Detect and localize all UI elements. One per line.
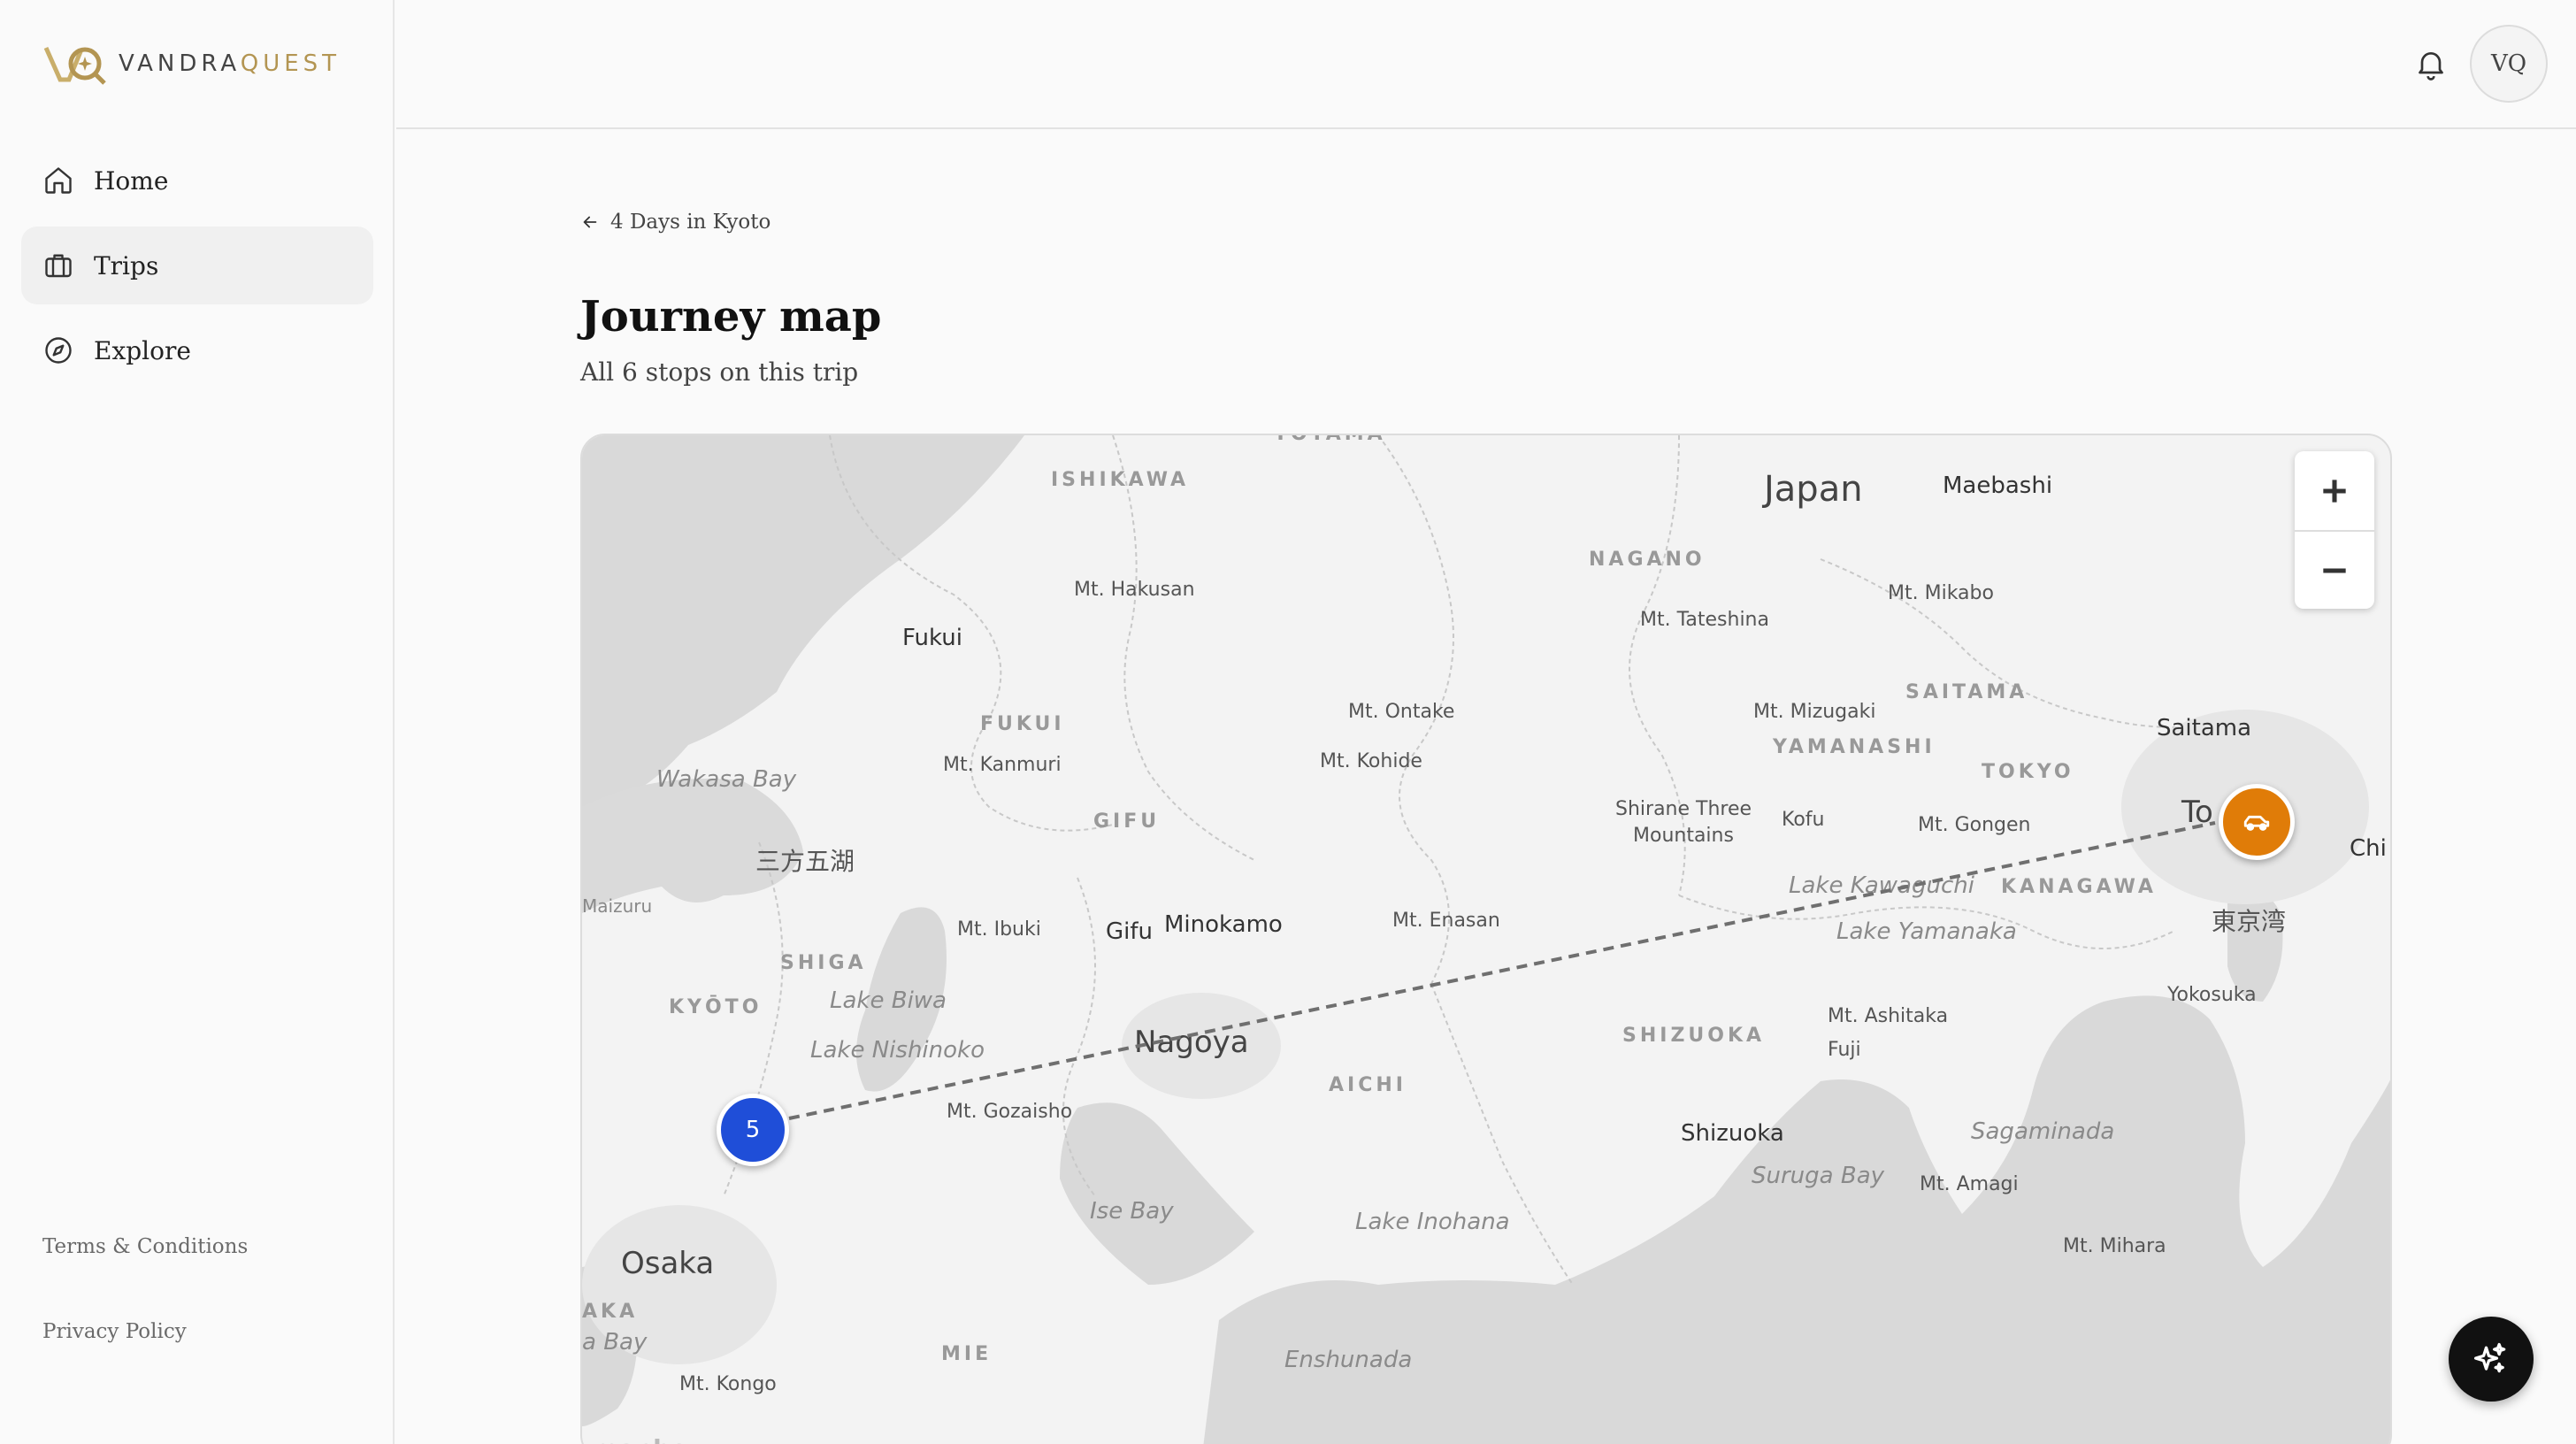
minus-icon [2323,567,2346,573]
back-link-label: 4 Days in Kyoto [610,211,771,234]
brand-name-part1: VANDRA [119,50,241,77]
ai-assistant-button[interactable] [2449,1317,2534,1402]
compass-icon [45,337,72,364]
journey-map[interactable]: Japan Maebashi Saitama To Chi Yokosuka 東… [580,434,2392,1444]
sparkle-icon [2473,1342,2506,1373]
home-icon [45,167,72,194]
topbar: VQ [396,0,2576,129]
privacy-link[interactable]: Privacy Policy [42,1320,248,1343]
car-stop-marker[interactable] [2219,784,2295,860]
sidebar-nav: Home Trips Explore [21,142,373,396]
mapbox-logo[interactable]: mapbox [593,1434,703,1444]
avatar[interactable]: VQ [2470,25,2548,103]
brand-logo[interactable]: VANDRAQUEST [42,41,341,87]
sidebar-item-explore[interactable]: Explore [21,311,373,389]
brand-name: VANDRAQUEST [119,50,341,77]
logo-mark-icon [43,46,106,85]
sidebar: VANDRAQUEST Home Trips Explore Terms & C… [0,0,395,1444]
plus-icon [2323,479,2346,503]
cluster-marker[interactable]: 5 [717,1094,789,1166]
terms-link[interactable]: Terms & Conditions [42,1235,248,1258]
sidebar-item-label: Trips [94,250,159,280]
bell-icon[interactable] [2413,46,2449,81]
route-line [788,821,2216,1120]
car-icon [2243,815,2270,831]
sidebar-item-home[interactable]: Home [21,142,373,219]
sidebar-item-label: Explore [94,335,191,365]
zoom-out-button[interactable] [2295,530,2374,609]
back-link[interactable]: 4 Days in Kyoto [580,211,770,234]
brand-name-part2: QUEST [240,50,341,77]
page-subtitle: All 6 stops on this trip [580,357,859,387]
zoom-controls [2295,451,2374,609]
sidebar-footer: Terms & Conditions Privacy Policy [42,1235,248,1405]
page-title: Journey map [580,292,882,342]
zoom-in-button[interactable] [2295,451,2374,530]
sidebar-item-trips[interactable]: Trips [21,227,373,304]
briefcase-icon [45,254,72,278]
arrow-left-icon [583,216,597,228]
sidebar-item-label: Home [94,165,169,196]
